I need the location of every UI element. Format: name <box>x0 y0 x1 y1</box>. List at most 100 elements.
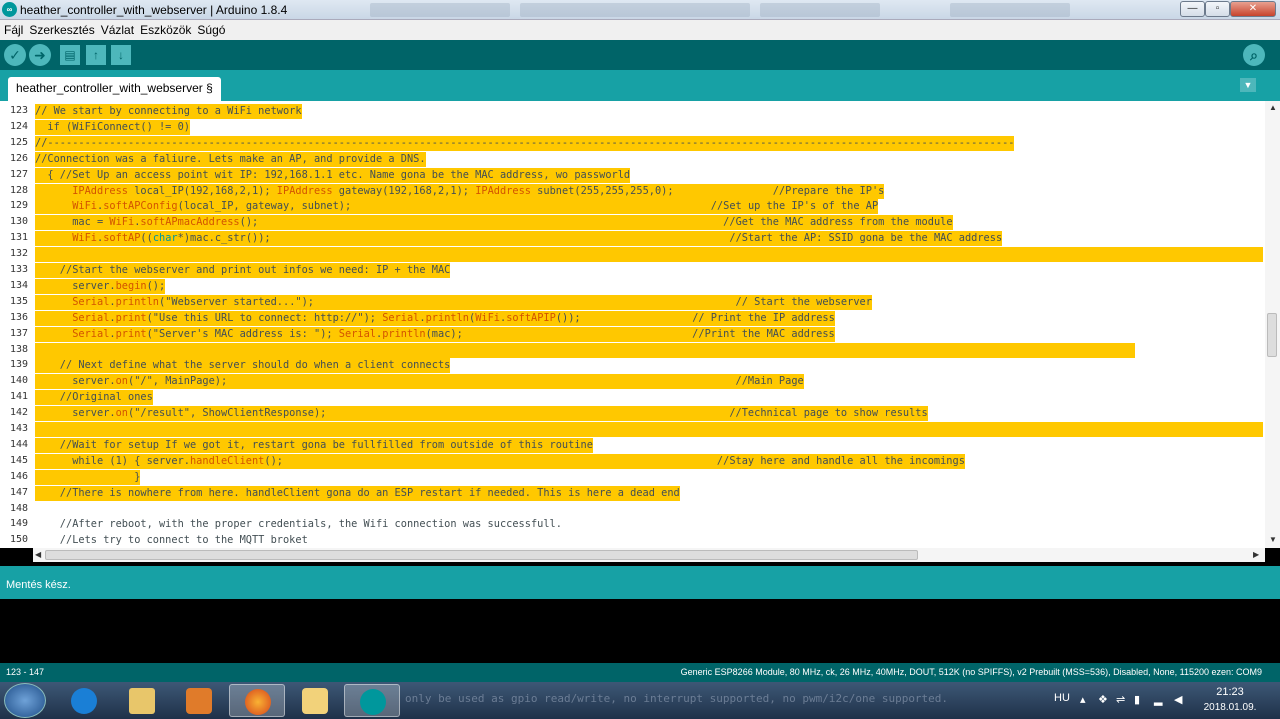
system-tray: HU ▴ ❖ ⇌ ▮ ▂ ◀ 21:23 2018.01.09. <box>1040 682 1280 719</box>
status-bar: Mentés kész. <box>0 566 1280 599</box>
taskbar-arduino[interactable] <box>344 684 400 717</box>
line-number: 142 <box>9 407 28 419</box>
line-number: 123 <box>9 105 28 116</box>
line-number: 124 <box>9 120 28 132</box>
tab-bar: heather_controller_with_webserver § ▼ <box>0 70 1280 101</box>
code-line[interactable]: // We start by connecting to a WiFi netw… <box>35 104 302 119</box>
background-window-ghost <box>760 3 880 17</box>
line-number: 136 <box>9 311 28 323</box>
tab-sketch[interactable]: heather_controller_with_webserver § <box>8 77 221 101</box>
tab-menu-button[interactable]: ▼ <box>1240 78 1256 92</box>
background-window-ghost <box>370 3 510 17</box>
signal-icon[interactable]: ▂ <box>1154 694 1166 706</box>
dropbox-icon[interactable]: ❖ <box>1098 694 1110 706</box>
menu-edit[interactable]: Szerkesztés <box>26 20 97 40</box>
bottom-info-bar: 123 - 147 Generic ESP8266 Module, 80 MHz… <box>0 663 1280 682</box>
new-sketch-button[interactable]: ▤ <box>60 45 80 65</box>
verify-button[interactable]: ✓ <box>4 44 26 66</box>
code-line[interactable]: WiFi.softAPConfig(local_IP, gateway, sub… <box>35 199 879 215</box>
code-line[interactable] <box>35 422 1263 437</box>
code-line[interactable]: IPAddress local_IP(192,168,2,1); IPAddre… <box>35 183 885 199</box>
taskbar-firefox[interactable] <box>229 684 285 717</box>
line-number: 132 <box>9 248 28 260</box>
line-number: 127 <box>9 168 28 180</box>
clock-time[interactable]: 21:23 <box>1200 686 1260 698</box>
line-number: 128 <box>9 184 28 196</box>
code-editor[interactable]: 123 124 125 126 127 128 129 130 131 132 133 134 135 1… <box>0 101 1280 548</box>
clock-date[interactable]: 2018.01.09. <box>1200 702 1260 713</box>
code-line[interactable]: //Start the webserver and print out info… <box>35 263 451 278</box>
horizontal-scrollbar[interactable]: ◀ ▶ <box>33 548 1265 562</box>
code-line[interactable]: //Connection was a faliure. Lets make an… <box>35 151 426 167</box>
internet-explorer-icon <box>71 688 97 714</box>
code-line[interactable]: Serial.print("Use this URL to connect: h… <box>35 310 835 326</box>
board-config-info: Generic ESP8266 Module, 80 MHz, ck, 26 M… <box>680 667 1262 677</box>
code-line[interactable]: server.begin(); <box>35 278 166 294</box>
taskbar-internet-explorer[interactable] <box>56 684 112 717</box>
arduino-logo-icon: ∞ <box>2 2 17 17</box>
vertical-scrollbar[interactable]: ▲ ▼ <box>1265 101 1280 548</box>
folder-icon <box>129 688 155 714</box>
save-sketch-button[interactable]: ↓ <box>111 45 131 65</box>
minimize-button[interactable]: — <box>1180 1 1205 17</box>
line-number: 139 <box>9 359 28 371</box>
code-line[interactable]: server.on("/result", ShowClientResponse)… <box>35 406 928 422</box>
code-line[interactable]: Serial.print("Server's MAC address is: "… <box>35 326 835 342</box>
usb-icon[interactable]: ⇌ <box>1116 694 1128 706</box>
code-line[interactable]: //Wait for setup If we got it, restart g… <box>35 437 593 453</box>
line-number: 147 <box>9 486 28 498</box>
code-line[interactable]: while (1) { server.handleClient(); //Sta… <box>35 453 965 469</box>
horizontal-scroll-thumb[interactable] <box>45 550 918 560</box>
code-line[interactable]: // Next define what the server should do… <box>35 358 451 374</box>
menu-help[interactable]: Súgó <box>194 20 228 40</box>
language-indicator[interactable]: HU <box>1054 692 1070 704</box>
code-line[interactable]: WiFi.softAP((char*)mac.c_str()); //Start… <box>35 231 1003 247</box>
maximize-button[interactable]: ▫ <box>1205 1 1230 17</box>
arduino-icon <box>360 689 386 715</box>
volume-icon[interactable]: ◀ <box>1174 694 1186 706</box>
menu-sketch[interactable]: Vázlat <box>98 20 137 40</box>
code-line[interactable]: { //Set Up an access point wit IP: 192,1… <box>35 167 631 183</box>
firefox-icon <box>245 689 271 715</box>
scroll-up-arrow-icon[interactable]: ▲ <box>1269 103 1277 112</box>
code-line[interactable]: //Original ones <box>35 390 153 406</box>
code-line[interactable]: Serial.println("Webserver started..."); … <box>35 294 872 310</box>
code-line[interactable]: } <box>35 469 141 485</box>
code-line[interactable]: if (WiFiConnect() != 0) <box>35 119 190 135</box>
line-number: 146 <box>9 470 28 482</box>
menu-file[interactable]: Fájl <box>0 20 26 40</box>
code-line[interactable]: mac = WiFi.softAPmacAddress(); //Get the… <box>35 215 953 231</box>
code-line[interactable]: //There is nowhere from here. handleClie… <box>35 485 680 501</box>
console-output[interactable] <box>0 599 1280 663</box>
upload-button[interactable]: ➜ <box>29 44 51 66</box>
line-number: 133 <box>9 264 28 275</box>
code-line[interactable] <box>35 342 1135 358</box>
close-button[interactable]: ✕ <box>1230 1 1276 17</box>
line-number: 141 <box>9 391 28 403</box>
tray-arrow-icon[interactable]: ▴ <box>1080 694 1092 706</box>
code-line[interactable]: //Lets try to connect to the MQTT broket <box>35 533 308 548</box>
line-number: 144 <box>9 438 28 450</box>
taskbar-media-player[interactable] <box>171 684 227 717</box>
start-button-icon[interactable] <box>4 683 46 718</box>
line-number: 134 <box>9 279 28 291</box>
code-line[interactable]: //--------------------------------------… <box>35 135 1015 151</box>
scroll-down-arrow-icon[interactable]: ▼ <box>1269 535 1277 544</box>
code-line[interactable]: server.on("/", MainPage); //Main Page <box>35 374 804 390</box>
menu-tools[interactable]: Eszközök <box>137 20 194 40</box>
background-window-ghost <box>520 3 750 17</box>
taskbar-outlook[interactable] <box>287 684 343 717</box>
code-line[interactable]: //After reboot, with the proper credenti… <box>35 517 562 532</box>
serial-monitor-button[interactable]: ⌕ <box>1243 44 1265 66</box>
line-number: 150 <box>9 534 28 546</box>
vertical-scroll-thumb[interactable] <box>1267 313 1277 357</box>
battery-icon[interactable]: ▮ <box>1134 694 1146 706</box>
code-line[interactable] <box>35 247 1263 263</box>
outlook-icon <box>302 688 328 714</box>
toolbar: ✓ ➜ ▤ ↑ ↓ ⌕ <box>0 40 1280 70</box>
scroll-right-arrow-icon[interactable]: ▶ <box>1253 550 1259 559</box>
taskbar-file-explorer[interactable] <box>114 684 170 717</box>
background-text-ghost: only be used as gpio read/write, no inte… <box>405 692 949 705</box>
scroll-left-arrow-icon[interactable]: ◀ <box>35 550 41 559</box>
open-sketch-button[interactable]: ↑ <box>86 45 106 65</box>
